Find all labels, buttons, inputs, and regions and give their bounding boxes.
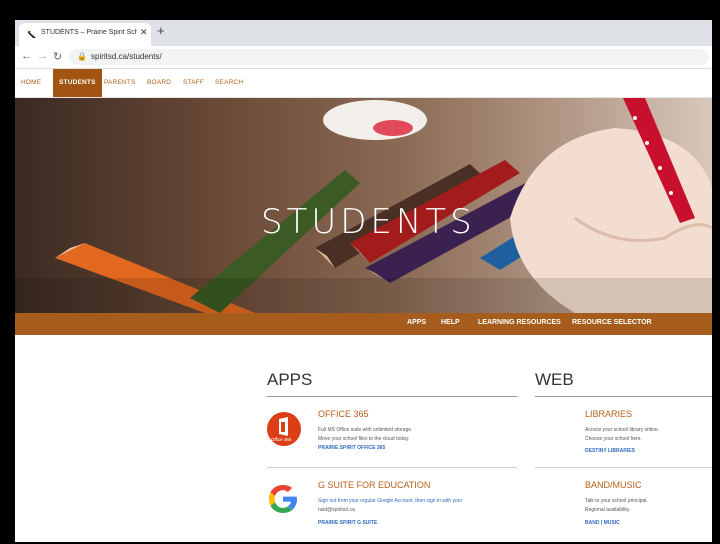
school-logo-icon	[28, 31, 36, 38]
office-365-title[interactable]: OFFICE 365	[318, 409, 369, 419]
url-field[interactable]: 🔒 spiritsd.ca/students/	[69, 49, 709, 65]
subnav-help[interactable]: HELP	[441, 319, 460, 326]
office-365-desc-1: Full MS Office suite with unlimited stor…	[318, 427, 413, 433]
nav-staff[interactable]: STAFF	[183, 69, 204, 97]
apps-heading: APPS	[267, 370, 313, 389]
close-tab-icon[interactable]: ✕	[140, 27, 148, 38]
libraries-desc-1: Access your school library online.	[585, 427, 660, 433]
lock-icon: 🔒	[77, 52, 87, 61]
subnav-apps[interactable]: APPS	[407, 319, 426, 326]
office-365-icon[interactable]: Office 365	[267, 412, 301, 446]
browser-window: STUDENTS – Prairie Spirit School… ✕ + ← …	[15, 20, 712, 542]
libraries-link[interactable]: DESTINY LIBRARIES	[585, 448, 635, 454]
url-text: spiritsd.ca/students/	[91, 52, 162, 61]
reload-icon[interactable]: ↻	[53, 50, 62, 63]
web-divider	[535, 396, 712, 397]
g-suite-desc-2: nsid@spiritsd.ca	[318, 507, 355, 513]
band-music-title[interactable]: BAND/MUSIC	[585, 480, 642, 490]
google-g-icon[interactable]	[265, 481, 301, 517]
g-suite-desc-1: Sign out from your regular Google Accoun…	[318, 498, 463, 504]
tab-strip: STUDENTS – Prairie Spirit School… ✕ +	[15, 20, 712, 46]
office-365-desc-2: Move your school files to the cloud toda…	[318, 436, 410, 442]
subnav-resource-selector[interactable]: RESOURCE SELECTOR	[572, 319, 652, 326]
office-365-link[interactable]: PRAIRIE SPIRIT OFFICE 365	[318, 445, 385, 451]
web-card-divider	[535, 467, 712, 468]
nav-search[interactable]: SEARCH	[215, 69, 243, 97]
libraries-title[interactable]: LIBRARIES	[585, 409, 632, 419]
address-bar-row: ← → ↻ 🔒 spiritsd.ca/students/	[15, 46, 712, 69]
video-caption-fragment	[0, 0, 720, 20]
apps-card-divider	[267, 467, 517, 468]
back-icon[interactable]: ←	[21, 50, 32, 62]
g-suite-title[interactable]: G SUITE FOR EDUCATION	[318, 480, 430, 490]
office-365-icon-label: Office 365	[271, 437, 292, 442]
nav-board[interactable]: BOARD	[147, 69, 171, 97]
band-music-link[interactable]: BAND | MUSIC	[585, 520, 620, 526]
site-navigation: HOME STUDENTS PARENTS BOARD STAFF SEARCH	[15, 69, 712, 98]
browser-tab[interactable]: STUDENTS – Prairie Spirit School… ✕	[19, 23, 151, 46]
apps-divider	[267, 396, 517, 397]
subnav-learning-resources[interactable]: LEARNING RESOURCES	[478, 319, 561, 326]
libraries-desc-2: Choose your school here.	[585, 436, 642, 442]
section-subnav: APPS HELP LEARNING RESOURCES RESOURCE SE…	[15, 313, 712, 335]
hero-title: STUDENTS	[261, 202, 476, 242]
band-music-desc-1: Talk to your school principal.	[585, 498, 648, 504]
nav-parents[interactable]: PARENTS	[104, 69, 136, 97]
web-heading: WEB	[535, 370, 574, 389]
forward-icon[interactable]: →	[37, 50, 48, 62]
tab-title: STUDENTS – Prairie Spirit School…	[41, 29, 137, 36]
nav-home[interactable]: HOME	[21, 69, 41, 97]
new-tab-icon[interactable]: +	[157, 23, 165, 38]
nav-students[interactable]: STUDENTS	[53, 69, 102, 97]
g-suite-link[interactable]: PRAIRIE SPIRIT G SUITE	[318, 520, 377, 526]
band-music-desc-2: Regional availability.	[585, 507, 631, 513]
